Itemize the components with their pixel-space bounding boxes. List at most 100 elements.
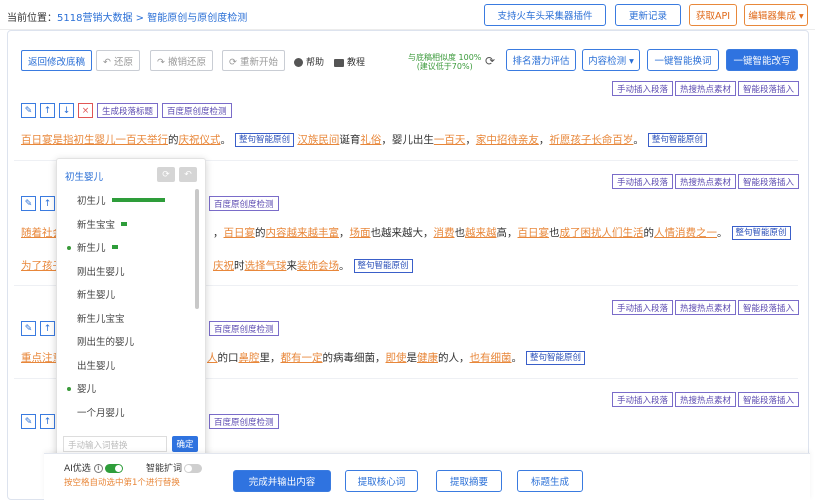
phrase[interactable]: 鼻腔 — [239, 352, 260, 364]
synonym-item[interactable]: 新生儿宝宝 — [63, 307, 193, 329]
undo-button[interactable]: ↶ 还原 — [96, 50, 140, 71]
synonym-item[interactable]: 新生儿 — [63, 236, 193, 258]
edit-icon[interactable]: ✎ — [21, 103, 36, 118]
originality-check-button[interactable]: 百度原创度检测 — [209, 414, 279, 429]
phrase[interactable]: 成了 — [560, 227, 581, 239]
phrase[interactable]: 祈愿孩子长命百岁 — [549, 134, 633, 146]
rewrite-sentence-button[interactable]: 整句智能原创 — [353, 259, 413, 273]
edit-icon[interactable]: ✎ — [21, 414, 36, 429]
phrase[interactable]: 人情消费之一 — [654, 227, 717, 239]
plugin-button[interactable]: 支持火车头采集器插件 — [484, 4, 606, 26]
changelog-button[interactable]: 更新记录 — [615, 4, 681, 26]
move-down-icon[interactable]: ↓ — [59, 103, 74, 118]
phrase[interactable]: 招待亲友 — [497, 134, 539, 146]
gen-title-button[interactable]: 生成段落标题 — [97, 103, 159, 118]
smart-insert-button[interactable]: 智能段落插入 — [738, 300, 800, 315]
smart-insert-button[interactable]: 智能段落插入 — [738, 392, 800, 407]
delete-icon[interactable]: × — [78, 103, 93, 118]
manual-replace-input[interactable]: 手动输入词替换 — [63, 436, 167, 452]
originality-check-button[interactable]: 百度原创度检测 — [162, 103, 232, 118]
synonym-item[interactable]: 刚出生婴儿 — [63, 260, 193, 282]
phrase[interactable]: 选择 — [245, 260, 266, 272]
phrase[interactable]: 消费 — [434, 227, 455, 239]
phrase[interactable]: 汉族民间 — [297, 134, 339, 146]
manual-insert-button[interactable]: 手动插入段落 — [612, 174, 674, 189]
get-api-button[interactable]: 获取API — [689, 4, 737, 26]
phrase[interactable]: 细菌 — [491, 352, 512, 364]
rewrite-sentence-button[interactable]: 整句智能原创 — [235, 133, 295, 147]
refresh-icon[interactable]: ⟳ — [157, 167, 175, 182]
originality-check-button[interactable]: 百度原创度检测 — [209, 196, 279, 211]
generate-title-button[interactable]: 标题生成 — [517, 470, 583, 492]
rewrite-sentence-button[interactable]: 整句智能原创 — [731, 226, 791, 240]
hot-material-button[interactable]: 热搜热点素材 — [675, 81, 737, 96]
edit-icon[interactable]: ✎ — [21, 196, 36, 211]
originality-check-button[interactable]: 百度原创度检测 — [209, 321, 279, 336]
synonym-item[interactable]: 新生婴儿 — [63, 283, 193, 305]
ai-optimize-switch[interactable] — [104, 464, 123, 473]
smart-insert-button[interactable]: 智能段落插入 — [738, 81, 800, 96]
phrase[interactable]: 装饰会场 — [297, 260, 339, 272]
synonym-item[interactable]: 初生儿 — [63, 189, 193, 211]
phrase[interactable]: 礼俗 — [360, 134, 381, 146]
phrase[interactable]: 气球 — [266, 260, 287, 272]
phrase[interactable]: 也有 — [470, 352, 491, 364]
synonym-item[interactable]: 刚出生的婴儿 — [63, 330, 193, 352]
back-edit-button[interactable]: 返回修改底稿 — [21, 50, 93, 71]
phrase[interactable]: 越来越 — [465, 227, 497, 239]
scrollbar[interactable] — [195, 189, 199, 309]
phrase[interactable]: 人们生活 — [602, 227, 644, 239]
move-up-icon[interactable]: ↑ — [40, 414, 55, 429]
hot-material-button[interactable]: 热搜热点素材 — [675, 174, 737, 189]
manual-insert-button[interactable]: 手动插入段落 — [612, 392, 674, 407]
hot-material-button[interactable]: 热搜热点素材 — [675, 392, 737, 407]
extract-keywords-button[interactable]: 提取核心词 — [345, 470, 418, 492]
phrase[interactable]: 庆祝仪式 — [179, 134, 221, 146]
phrase[interactable]: 人 — [207, 352, 218, 364]
ai-optimize-toggle[interactable]: AI优选 i — [64, 461, 123, 474]
finish-output-button[interactable]: 完成并输出内容 — [233, 470, 331, 492]
move-up-icon[interactable]: ↑ — [40, 196, 55, 211]
phrase[interactable]: 一百天 — [434, 134, 466, 146]
edit-icon[interactable]: ✎ — [21, 321, 36, 336]
rank-potential-button[interactable]: 排名潜力评估 — [506, 49, 576, 71]
smart-replace-button[interactable]: 一键智能换词 — [647, 49, 719, 71]
help-link[interactable]: 帮助 — [294, 55, 324, 68]
phrase[interactable]: 即使 — [386, 352, 407, 364]
smart-insert-button[interactable]: 智能段落插入 — [738, 174, 800, 189]
phrase[interactable]: 内容越来越丰富 — [266, 227, 340, 239]
phrase[interactable]: 百日宴 — [518, 227, 550, 239]
phrase[interactable]: 百日宴是指初生婴儿一百天举行 — [21, 134, 168, 146]
phrase[interactable]: 百日宴 — [224, 227, 256, 239]
synonym-item[interactable]: 新生宝宝 — [63, 213, 193, 235]
manual-insert-button[interactable]: 手动插入段落 — [612, 81, 674, 96]
undo-icon[interactable]: ↶ — [179, 167, 197, 182]
confirm-button[interactable]: 确定 — [172, 436, 198, 452]
hot-material-button[interactable]: 热搜热点素材 — [675, 300, 737, 315]
smart-rewrite-button[interactable]: 一键智能改写 — [726, 49, 798, 71]
extract-summary-button[interactable]: 提取摘要 — [436, 470, 502, 492]
rewrite-sentence-button[interactable]: 整句智能原创 — [526, 351, 586, 365]
synonym-item[interactable]: 婴儿 — [63, 377, 193, 399]
tutorial-link[interactable]: 教程 — [334, 55, 365, 68]
manual-insert-button[interactable]: 手动插入段落 — [612, 300, 674, 315]
phrase[interactable]: 都有一定 — [281, 352, 323, 364]
phrase[interactable]: 困扰 — [581, 227, 602, 239]
synonym-item[interactable]: 一个月婴儿 — [63, 401, 193, 423]
refresh-icon[interactable]: ⟳ — [485, 54, 495, 68]
restart-button[interactable]: ⟳ 重新开始 — [222, 50, 285, 71]
breadcrumb-link-originality[interactable]: 智能原创与原创度检测 — [147, 13, 247, 24]
redo-button[interactable]: ↷ 撤销还原 — [150, 50, 213, 71]
smart-expand-switch[interactable] — [184, 464, 203, 473]
editor-integration-button[interactable]: 编辑器集成 ▾ — [744, 4, 808, 26]
breadcrumb-link-5118[interactable]: 5118营销大数据 — [57, 13, 132, 24]
phrase[interactable]: 健康 — [417, 352, 438, 364]
content-check-dropdown[interactable]: 内容检测 ▾ — [582, 49, 640, 71]
phrase[interactable]: 家中 — [476, 134, 497, 146]
smart-expand-toggle[interactable]: 智能扩词 — [146, 461, 203, 474]
phrase[interactable]: 庆祝 — [213, 260, 234, 272]
phrase[interactable]: 场面 — [350, 227, 371, 239]
move-up-icon[interactable]: ↑ — [40, 103, 55, 118]
rewrite-sentence-button[interactable]: 整句智能原创 — [647, 133, 707, 147]
synonym-item[interactable]: 出生婴儿 — [63, 354, 193, 376]
